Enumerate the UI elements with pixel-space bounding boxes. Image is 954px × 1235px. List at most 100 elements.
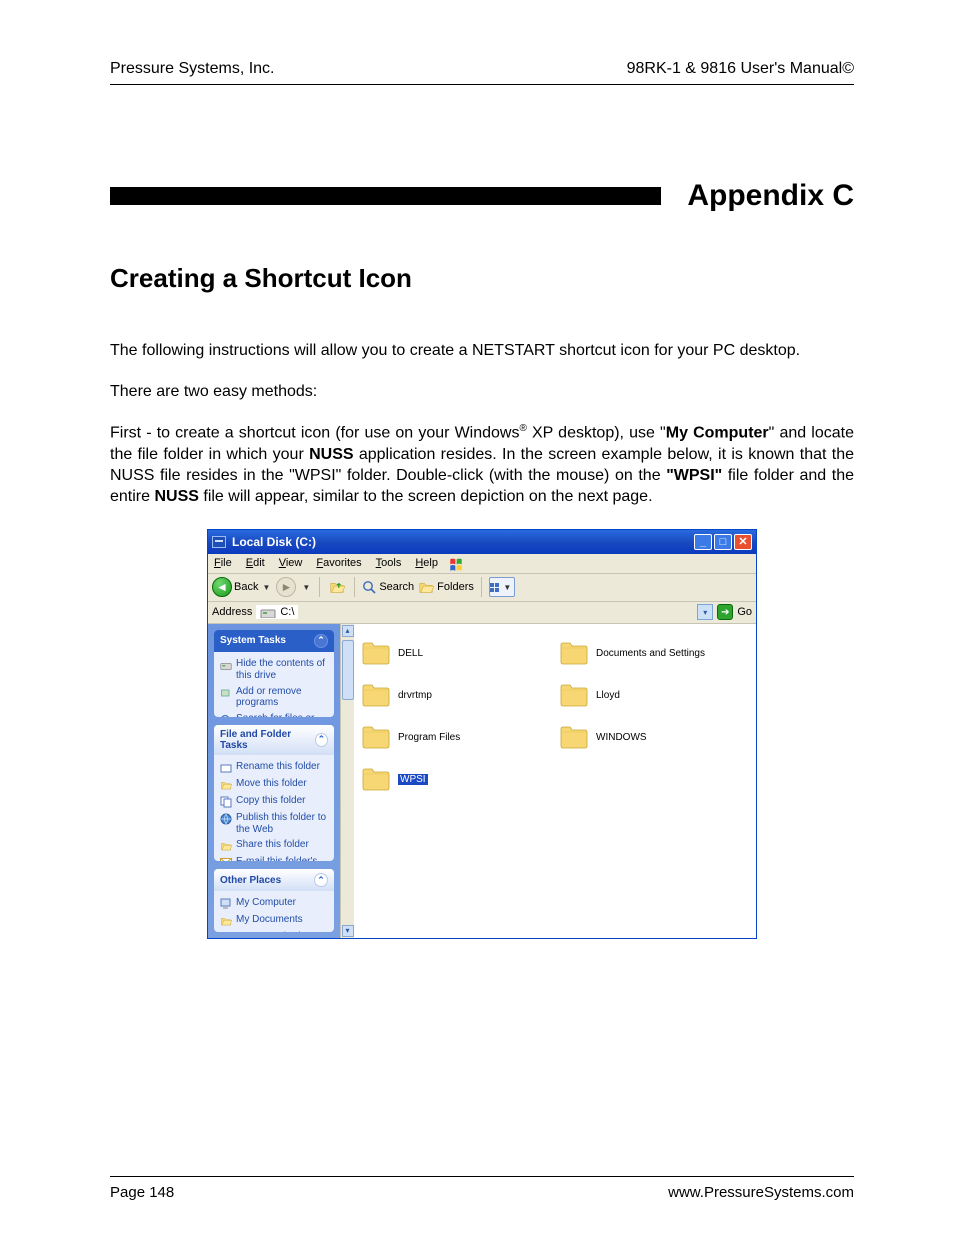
folder-content-area[interactable]: DELL Documents and Settings drvrtmp Lloyd Pr… (354, 624, 756, 938)
appendix-heading-row: Appendix C (110, 179, 854, 213)
forward-dropdown-icon[interactable]: ▼ (302, 583, 310, 592)
header-right: 98RK-1 & 9816 User's Manual© (627, 60, 854, 78)
methods-intro: There are two easy methods: (110, 381, 854, 402)
folder-item[interactable]: WPSI (362, 760, 550, 800)
collapse-icon: ⌃ (314, 634, 328, 648)
menu-edit[interactable]: Edit (246, 557, 265, 569)
folder-item[interactable]: WINDOWS (560, 718, 748, 758)
views-button[interactable]: ▼ (489, 577, 515, 597)
programs-icon (220, 687, 232, 699)
mail-icon (220, 857, 232, 861)
folder-item[interactable]: DELL (362, 634, 550, 674)
page-number: Page 148 (110, 1184, 174, 1201)
menu-view[interactable]: View (279, 557, 303, 569)
go-label: Go (737, 606, 752, 618)
folder-icon (362, 642, 390, 666)
task-share[interactable]: Share this folder (220, 837, 328, 854)
folder-label: DELL (398, 648, 423, 659)
menu-file[interactable]: File (214, 557, 232, 569)
maximize-button[interactable]: □ (714, 534, 732, 550)
address-bar: Address C:\ ▾ ➔ Go (208, 602, 756, 624)
address-label: Address (212, 606, 252, 618)
appendix-label: Appendix C (687, 179, 854, 213)
globe-icon (220, 813, 232, 825)
copy-icon (220, 796, 232, 808)
place-my-documents[interactable]: My Documents (220, 912, 328, 929)
forward-button[interactable]: ► (276, 577, 296, 597)
task-publish[interactable]: Publish this folder to the Web (220, 810, 328, 838)
header-left: Pressure Systems, Inc. (110, 60, 275, 78)
folder-label: Program Files (398, 732, 460, 743)
folder-icon (362, 684, 390, 708)
collapse-icon: ⌃ (314, 873, 328, 887)
system-tasks-panel: System Tasks ⌃ Hide the contents of this… (214, 630, 334, 717)
task-search[interactable]: Search for files or folders (220, 711, 328, 717)
scroll-down-icon[interactable]: ▾ (342, 925, 354, 937)
other-places-header[interactable]: Other Places ⌃ (214, 869, 334, 891)
toolbar-separator (481, 577, 482, 597)
folder-label: WINDOWS (596, 732, 647, 743)
system-tasks-header[interactable]: System Tasks ⌃ (214, 630, 334, 652)
scroll-up-icon[interactable]: ▴ (342, 625, 354, 637)
toolbar: ◄ Back ▼ ► ▼ Search Folders (208, 574, 756, 602)
address-dropdown-button[interactable]: ▾ (697, 604, 713, 620)
task-add-remove[interactable]: Add or remove programs (220, 684, 328, 712)
task-copy[interactable]: Copy this folder (220, 793, 328, 810)
section-title: Creating a Shortcut Icon (110, 263, 854, 294)
search-button[interactable]: Search (362, 580, 414, 594)
menu-help[interactable]: Help (415, 557, 438, 569)
folder-label: drvrtmp (398, 690, 432, 701)
footer-url: www.PressureSystems.com (668, 1184, 854, 1201)
folder-item[interactable]: Program Files (362, 718, 550, 758)
folder-label: WPSI (398, 774, 428, 785)
drive-icon (220, 659, 232, 671)
menubar: File Edit View Favorites Tools Help (208, 554, 756, 574)
folder-item[interactable]: Lloyd (560, 676, 748, 716)
views-icon (490, 583, 499, 592)
documents-icon (220, 915, 232, 927)
folder-icon (560, 642, 588, 666)
folders-button[interactable]: Folders (418, 580, 474, 594)
task-rename[interactable]: Rename this folder (220, 759, 328, 776)
menu-tools[interactable]: Tools (376, 557, 402, 569)
drive-small-icon (260, 606, 276, 618)
explorer-window: Local Disk (C:) _ □ ✕ File Edit View Fav… (207, 529, 757, 939)
folder-icon (560, 684, 588, 708)
scroll-thumb[interactable] (342, 640, 354, 700)
place-my-computer[interactable]: My Computer (220, 895, 328, 912)
go-button[interactable]: ➔ (717, 604, 733, 620)
back-dropdown-icon[interactable]: ▼ (262, 583, 270, 592)
collapse-icon: ⌃ (315, 733, 328, 747)
menu-favorites[interactable]: Favorites (316, 557, 361, 569)
up-folder-button[interactable] (327, 577, 347, 597)
toolbar-separator (354, 577, 355, 597)
task-hide-contents[interactable]: Hide the contents of this drive (220, 656, 328, 684)
windows-logo-icon (448, 558, 464, 572)
close-button[interactable]: ✕ (734, 534, 752, 550)
computer-icon (220, 898, 232, 910)
page-footer: Page 148 www.PressureSystems.com (110, 1184, 854, 1201)
back-button[interactable]: ◄ Back ▼ (212, 577, 272, 597)
folder-item[interactable]: drvrtmp (362, 676, 550, 716)
folder-label: Lloyd (596, 690, 620, 701)
method1-paragraph: First - to create a shortcut icon (for u… (110, 422, 854, 507)
folder-icon (362, 726, 390, 750)
minimize-button[interactable]: _ (694, 534, 712, 550)
sidebar-scrollbar[interactable]: ▴ ▾ (340, 624, 354, 938)
intro-paragraph: The following instructions will allow yo… (110, 340, 854, 361)
share-icon (220, 840, 232, 852)
address-field[interactable]: C:\ (256, 605, 298, 619)
search-icon (220, 714, 232, 717)
task-email[interactable]: E-mail this folder's files (220, 854, 328, 861)
titlebar[interactable]: Local Disk (C:) _ □ ✕ (208, 530, 756, 554)
header-rule (110, 84, 854, 85)
task-move[interactable]: Move this folder (220, 776, 328, 793)
folders-icon (418, 580, 434, 594)
folder-item[interactable]: Documents and Settings (560, 634, 748, 674)
folder-label: Documents and Settings (596, 648, 705, 659)
appendix-bar (110, 187, 661, 205)
place-network[interactable]: My Network Places (220, 929, 328, 932)
other-places-panel: Other Places ⌃ My Computer My Documents … (214, 869, 334, 932)
tasks-sidebar: System Tasks ⌃ Hide the contents of this… (208, 624, 340, 938)
file-folder-tasks-header[interactable]: File and Folder Tasks ⌃ (214, 725, 334, 755)
